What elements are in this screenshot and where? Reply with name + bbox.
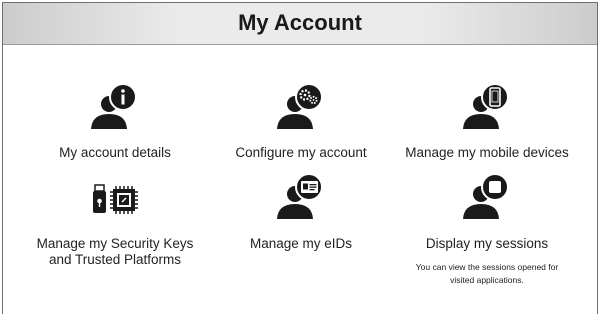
user-session-icon [461,171,513,226]
tile-label: Display my sessions [425,236,549,251]
tile-label: Manage my mobile devices [405,145,569,160]
user-gears-icon [275,83,327,138]
page-title: My Account [238,10,362,35]
tile-label-line-1: Manage my Security Keys [36,236,194,251]
user-info-icon [89,83,141,138]
user-mobile-icon [461,83,513,138]
tile-manage-eids[interactable]: Manage my eIDs [206,171,396,251]
tile-label: Manage my eIDs [249,236,353,251]
tile-my-account-details[interactable]: My account details [20,83,210,163]
tile-display-my-sessions[interactable]: Display my sessions You can view the ses… [392,171,582,291]
security-key-chip-icon [89,183,141,222]
tile-manage-mobile-devices[interactable]: Manage my mobile devices [392,83,582,163]
tile-manage-security-keys[interactable]: Manage my Security Keys and Trusted Plat… [20,183,210,267]
tile-configure-my-account[interactable]: Configure my account [206,83,396,163]
tile-label-line-2: and Trusted Platforms [48,252,182,267]
tile-label: My account details [59,145,171,160]
tile-description-line-2: visited applications. [450,275,524,285]
tile-description-line-1: You can view the sessions opened for [415,262,559,272]
user-id-card-icon [275,171,327,226]
tile-label: Configure my account [235,145,367,160]
account-panel: My Account My account details Configure … [2,2,598,314]
page-header: My Account [3,3,597,45]
